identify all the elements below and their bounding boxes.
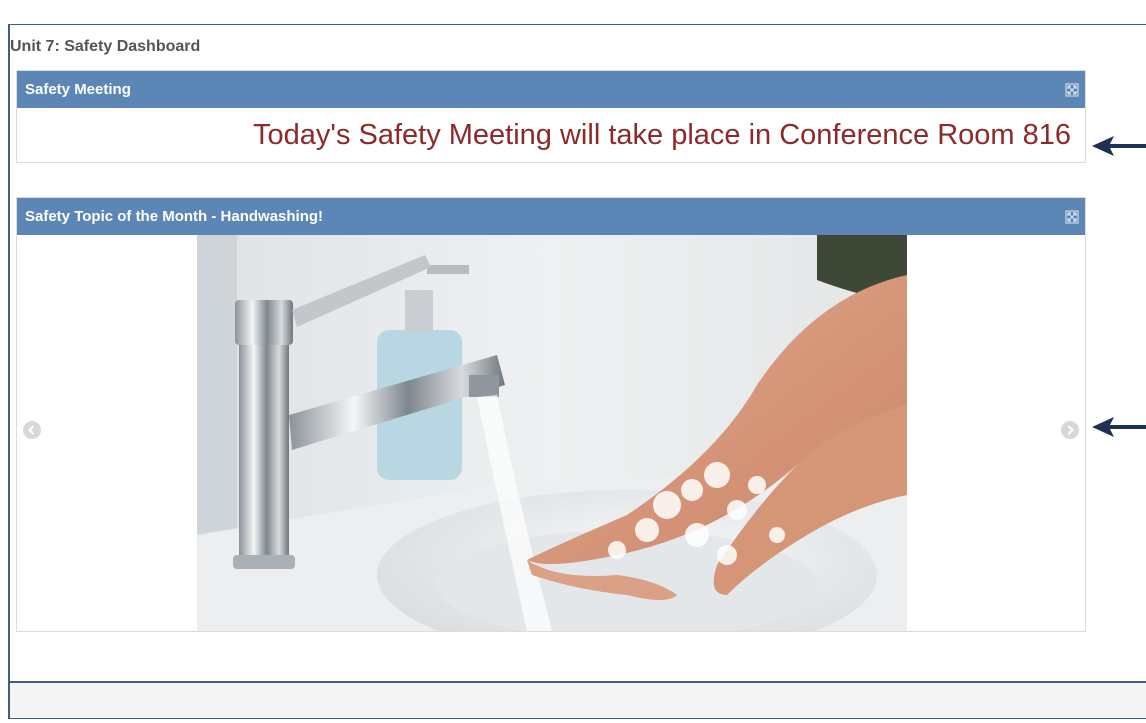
expand-icon[interactable] bbox=[1065, 83, 1079, 97]
chevron-right-icon bbox=[1067, 425, 1074, 435]
carousel-prev-button[interactable] bbox=[23, 421, 41, 439]
handwashing-photo bbox=[197, 235, 907, 631]
safety-meeting-panel: Safety Meeting Today's Safety Meeting wi… bbox=[16, 70, 1086, 163]
chevron-left-icon bbox=[28, 425, 35, 435]
expand-icon[interactable] bbox=[1065, 210, 1079, 224]
carousel-next-button[interactable] bbox=[1061, 421, 1079, 439]
safety-topic-panel-header: Safety Topic of the Month - Handwashing! bbox=[17, 198, 1085, 235]
panel-title: Safety Topic of the Month - Handwashing! bbox=[25, 208, 324, 225]
page-title: Unit 7: Safety Dashboard bbox=[10, 38, 201, 55]
safety-topic-panel: Safety Topic of the Month - Handwashing! bbox=[16, 197, 1086, 632]
footer-bar bbox=[10, 681, 1146, 718]
safety-meeting-panel-header: Safety Meeting bbox=[17, 71, 1085, 108]
meeting-message: Today's Safety Meeting will take place i… bbox=[253, 118, 1071, 151]
callout-arrow-icon bbox=[1092, 136, 1146, 156]
image-carousel bbox=[17, 235, 1085, 631]
panel-title: Safety Meeting bbox=[25, 81, 131, 98]
callout-arrow-icon bbox=[1092, 417, 1146, 437]
safety-meeting-body: Today's Safety Meeting will take place i… bbox=[17, 108, 1085, 162]
